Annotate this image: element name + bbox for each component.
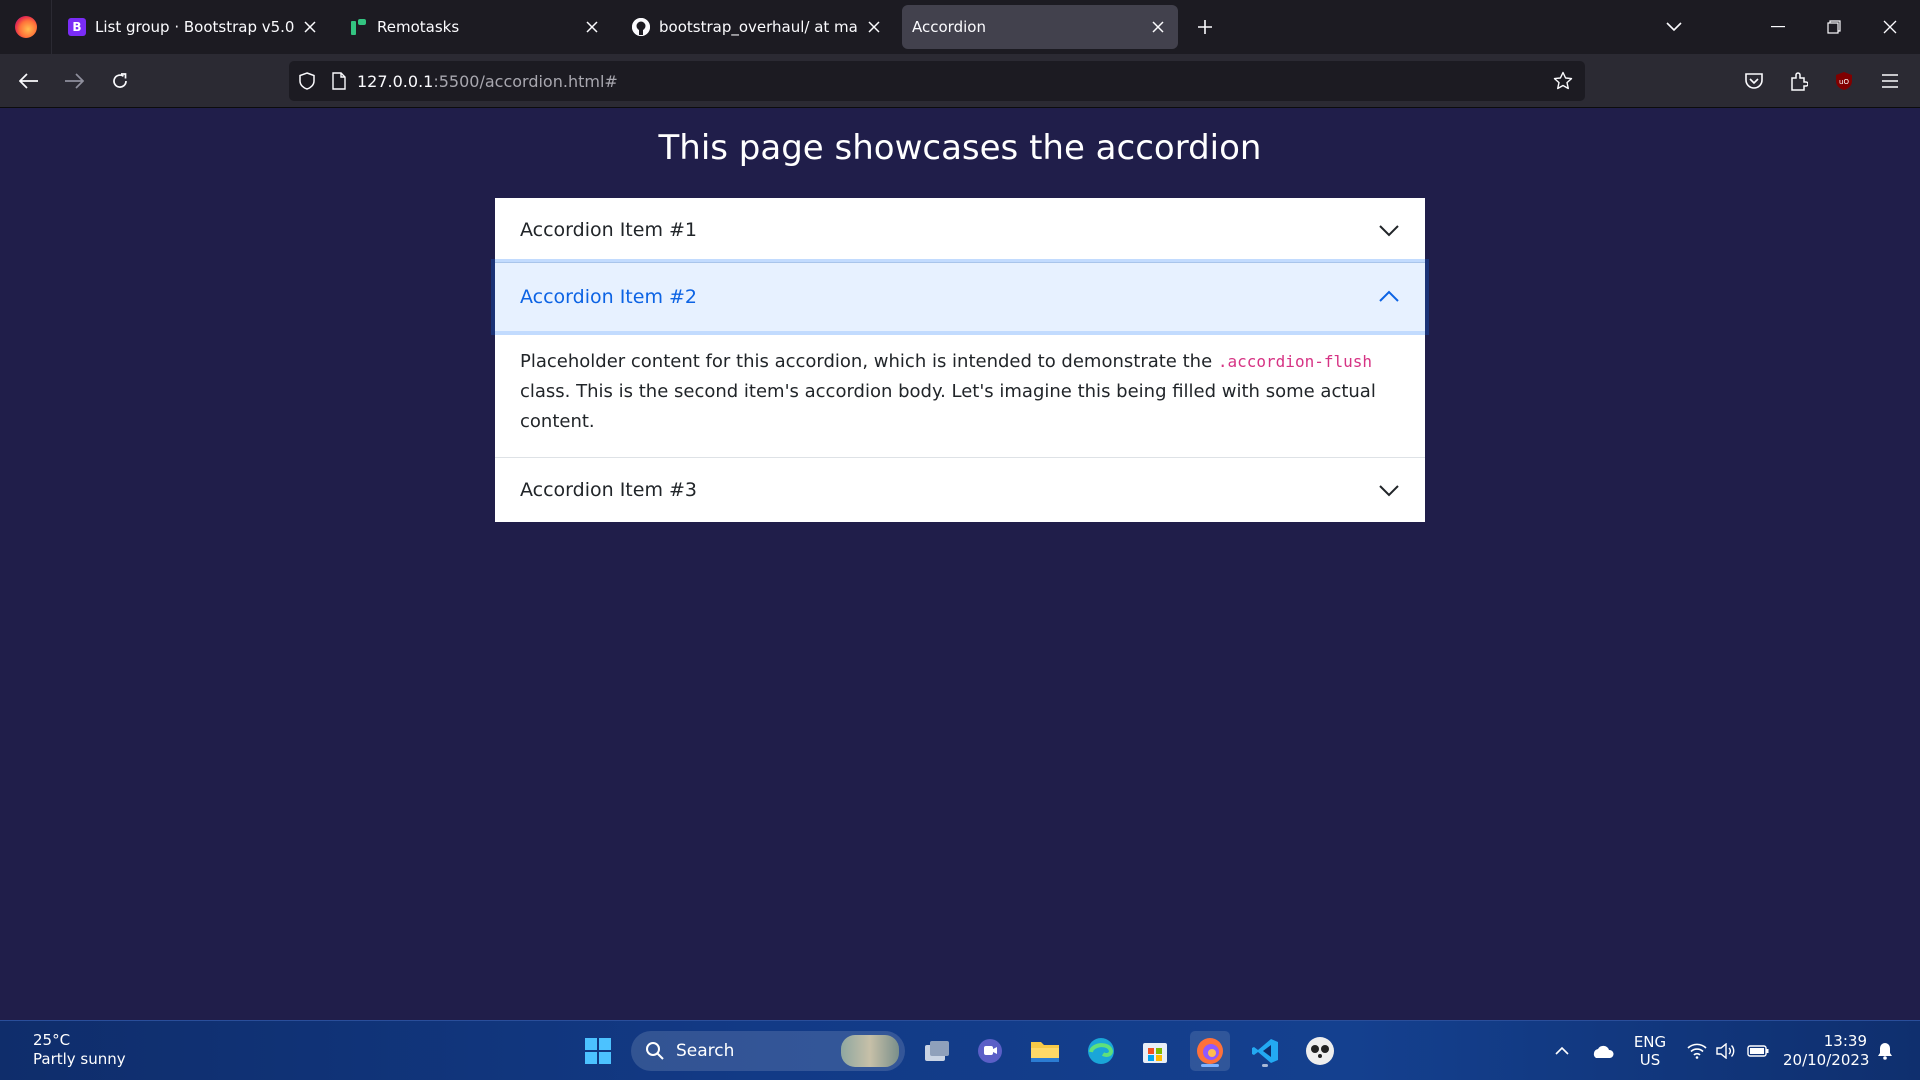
accordion-header-1[interactable]: Accordion Item #1 [495, 198, 1425, 262]
page-icon[interactable] [325, 61, 353, 101]
tab-remotasks[interactable]: Remotasks [340, 5, 612, 49]
chevron-down-icon [1379, 225, 1399, 237]
accordion-header-2[interactable]: Accordion Item #2 [495, 263, 1425, 331]
accordion: Accordion Item #1 Accordion Item #2 Plac… [495, 198, 1425, 522]
accordion-header-3[interactable]: Accordion Item #3 [495, 458, 1425, 522]
tab-title: List group · Bootstrap v5.0 [95, 18, 294, 36]
close-window-button[interactable] [1870, 8, 1910, 46]
ublock-origin-icon[interactable]: uO [1826, 63, 1862, 99]
weather-description: Partly sunny [33, 1050, 126, 1068]
accordion-body: Placeholder content for this accordion, … [495, 331, 1425, 457]
tab-github[interactable]: bootstrap_overhaul/ at main · M [622, 5, 894, 49]
task-view-icon[interactable] [917, 1031, 957, 1071]
accordion-body-code: .accordion-flush [1217, 352, 1372, 371]
tab-list-group[interactable]: B List group · Bootstrap v5.0 [58, 5, 330, 49]
accordion-body-text: Placeholder content for this accordion, … [520, 351, 1218, 372]
forward-button[interactable] [56, 63, 92, 99]
chevron-down-icon [1379, 485, 1399, 497]
start-button[interactable] [578, 1031, 618, 1071]
teams-chat-icon[interactable] [970, 1031, 1010, 1071]
accordion-header-label: Accordion Item #2 [520, 286, 698, 308]
microsoft-store-icon[interactable] [1135, 1031, 1175, 1071]
running-indicator [1262, 1064, 1268, 1067]
shield-icon[interactable] [289, 61, 325, 101]
tab-title: bootstrap_overhaul/ at main · M [659, 18, 858, 36]
taskbar: 25°C Partly sunny Search ENG US 13:39 20… [0, 1020, 1920, 1080]
accordion-body-text: class. This is the second item's accordi… [520, 381, 1376, 432]
pocket-button[interactable] [1736, 63, 1772, 99]
accordion-item: Accordion Item #1 [495, 198, 1425, 263]
firefox-taskbar-icon[interactable] [1190, 1031, 1230, 1071]
accordion-item: Accordion Item #3 [495, 458, 1425, 522]
edge-icon[interactable] [1081, 1031, 1121, 1071]
search-label: Search [676, 1041, 735, 1061]
bootstrap-icon: B [68, 18, 86, 36]
clock-time: 13:39 [1823, 1032, 1867, 1050]
menu-hamburger-icon[interactable] [1872, 63, 1908, 99]
svg-text:uO: uO [1839, 78, 1849, 86]
wifi-icon[interactable] [1684, 1031, 1710, 1071]
accordion-header-label: Accordion Item #3 [520, 479, 698, 501]
extensions-button[interactable] [1781, 63, 1817, 99]
show-hidden-icons-button[interactable] [1550, 1031, 1574, 1071]
page-viewport: This page showcases the accordion Accord… [0, 108, 1920, 1020]
accordion-header-label: Accordion Item #1 [520, 219, 698, 241]
vscode-icon[interactable] [1245, 1031, 1285, 1071]
firefox-view-button[interactable] [0, 0, 52, 54]
chevron-up-icon [1379, 290, 1399, 302]
tab-title: Accordion [912, 18, 986, 36]
close-icon[interactable] [582, 17, 602, 37]
restore-button[interactable] [1814, 8, 1854, 46]
new-tab-button[interactable] [1190, 12, 1220, 42]
page-title: This page showcases the accordion [658, 128, 1262, 168]
url-text[interactable]: 127.0.0.1:5500/accordion.html# [357, 72, 1545, 91]
chevron-up-icon [1555, 1046, 1569, 1055]
file-explorer-icon[interactable] [1025, 1031, 1065, 1071]
remotasks-icon [350, 18, 368, 36]
app-panda-icon[interactable] [1300, 1031, 1340, 1071]
weather-widget[interactable]: 25°C Partly sunny [33, 1031, 126, 1069]
tab-title: Remotasks [377, 18, 460, 36]
reload-button[interactable] [102, 63, 138, 99]
onedrive-icon[interactable] [1588, 1031, 1616, 1071]
close-icon[interactable] [300, 17, 320, 37]
tab-accordion[interactable]: Accordion [902, 5, 1178, 49]
clock[interactable]: 13:39 20/10/2023 [1783, 1032, 1870, 1070]
search-icon [646, 1042, 664, 1060]
bookmark-star-icon[interactable] [1545, 61, 1581, 101]
language-code: ENG [1633, 1033, 1667, 1051]
minimize-button[interactable] [1758, 8, 1798, 46]
close-icon[interactable] [864, 17, 884, 37]
firefox-icon [14, 16, 37, 38]
clock-date: 20/10/2023 [1783, 1051, 1870, 1069]
taskbar-search[interactable]: Search [631, 1031, 905, 1071]
close-icon[interactable] [1148, 17, 1168, 37]
url-host: 127.0.0.1 [357, 71, 434, 91]
battery-icon[interactable] [1744, 1031, 1772, 1071]
list-all-tabs-button[interactable] [1654, 8, 1694, 46]
volume-icon[interactable] [1713, 1031, 1739, 1071]
navigation-toolbar: 127.0.0.1:5500/accordion.html# uO [0, 54, 1920, 108]
running-indicator [1201, 1064, 1219, 1067]
url-path: :5500/accordion.html# [433, 71, 618, 91]
weather-temperature: 25°C [33, 1031, 71, 1049]
search-highlight-image [841, 1035, 899, 1067]
notification-bell-icon[interactable] [1872, 1031, 1898, 1071]
windows-icon [585, 1038, 611, 1064]
back-button[interactable] [11, 63, 47, 99]
github-icon [632, 18, 650, 36]
tab-strip: B List group · Bootstrap v5.0 Remotasks … [0, 0, 1920, 54]
input-language-indicator[interactable]: ENG US [1630, 1033, 1670, 1069]
region-code: US [1639, 1051, 1661, 1069]
address-bar[interactable]: 127.0.0.1:5500/accordion.html# [289, 61, 1585, 101]
accordion-item: Accordion Item #2 Placeholder content fo… [495, 263, 1425, 458]
